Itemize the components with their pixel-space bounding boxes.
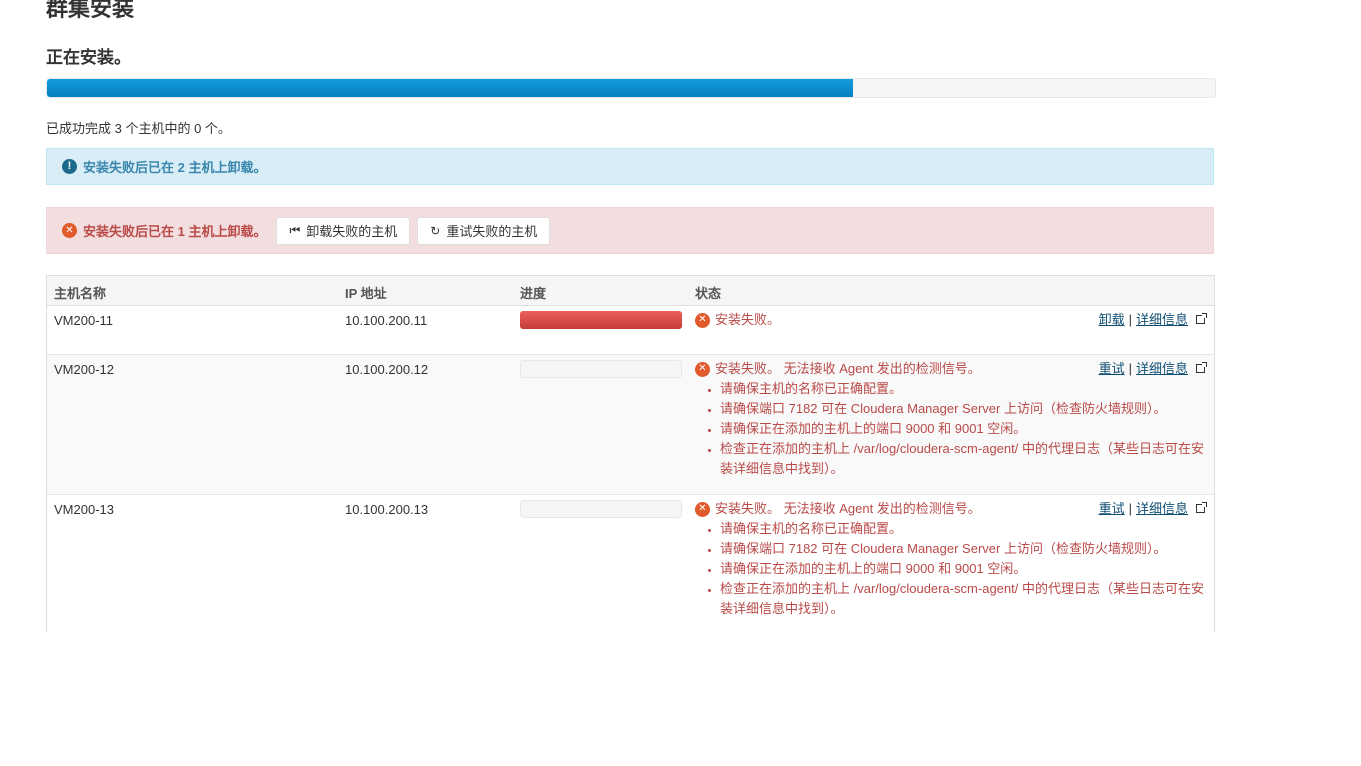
hosts-table: 主机名称 IP 地址 进度 状态 VM200-11 10.100.200.11 … [46, 275, 1215, 633]
host-name: VM200-11 [54, 313, 114, 328]
error-alert-text: 安装失败后已在 1 主机上卸载。 [83, 224, 267, 239]
uninstall-link[interactable]: 卸载 [1099, 311, 1125, 329]
page-title: 群集安装 [46, 0, 135, 21]
host-progress-bar [520, 500, 682, 518]
failure-reasons-list: 请确保主机的名称已正确配置。 请确保端口 7182 可在 Cloudera Ma… [695, 379, 1205, 479]
status-text: 安装失败。 无法接收 Agent 发出的检测信号。 [715, 501, 981, 516]
error-x-circle-icon: ✕ [695, 312, 710, 328]
host-ip: 10.100.200.12 [345, 362, 429, 377]
host-progress-bar [520, 311, 682, 329]
external-link-icon[interactable] [1196, 312, 1207, 324]
row-actions: 重试 | 详细信息 [1099, 360, 1207, 378]
list-item: 检查正在添加的主机上 /var/log/cloudera-scm-agent/ … [720, 439, 1205, 479]
details-link[interactable]: 详细信息 [1136, 311, 1188, 329]
overall-progress-fill [47, 79, 853, 97]
list-item: 请确保端口 7182 可在 Cloudera Manager Server 上访… [720, 399, 1205, 419]
col-header-hostname: 主机名称 [54, 286, 107, 301]
uninstall-failed-hosts-button[interactable]: ⏮ 卸载失败的主机 [276, 216, 411, 245]
error-x-circle-icon: ✕ [62, 223, 77, 238]
status-text: 安装失败。 无法接收 Agent 发出的检测信号。 [715, 361, 981, 376]
separator: | [1128, 501, 1132, 516]
retry-failed-hosts-label: 重试失败的主机 [446, 224, 538, 239]
col-header-status: 状态 [695, 286, 722, 301]
details-link[interactable]: 详细信息 [1136, 500, 1188, 518]
list-item: 请确保主机的名称已正确配置。 [720, 519, 1205, 539]
retry-link[interactable]: 重试 [1099, 360, 1125, 378]
table-row: VM200-11 10.100.200.11 ✕ 安装失败。 卸载 | 详细信息 [47, 306, 1214, 355]
uninstall-failed-hosts-label: 卸载失败的主机 [306, 224, 398, 239]
status-text: 安装失败。 [715, 312, 781, 327]
list-item: 请确保正在添加的主机上的端口 9000 和 9001 空闲。 [720, 419, 1205, 439]
info-circle-icon: ! [62, 159, 77, 174]
external-link-icon[interactable] [1196, 501, 1207, 513]
info-alert-text: 安装失败后已在 2 主机上卸载。 [83, 160, 267, 175]
step-backward-icon: ⏮ [289, 223, 301, 237]
retry-failed-hosts-button[interactable]: ↻ 重试失败的主机 [417, 216, 551, 245]
error-x-circle-icon: ✕ [695, 501, 710, 517]
host-ip: 10.100.200.13 [345, 502, 429, 517]
host-ip: 10.100.200.11 [345, 313, 428, 328]
info-alert: ! 安装失败后已在 2 主机上卸载。 [46, 148, 1214, 185]
completion-summary: 已成功完成 3 个主机中的 0 个。 [46, 121, 231, 136]
list-item: 检查正在添加的主机上 /var/log/cloudera-scm-agent/ … [720, 579, 1205, 619]
list-item: 请确保主机的名称已正确配置。 [720, 379, 1205, 399]
failure-reasons-list: 请确保主机的名称已正确配置。 请确保端口 7182 可在 Cloudera Ma… [695, 519, 1205, 619]
external-link-icon[interactable] [1196, 361, 1207, 373]
col-header-progress: 进度 [520, 286, 547, 301]
refresh-icon: ↻ [430, 223, 441, 238]
list-item: 请确保端口 7182 可在 Cloudera Manager Server 上访… [720, 539, 1205, 559]
row-actions: 卸载 | 详细信息 [1099, 311, 1207, 329]
error-x-circle-icon: ✕ [695, 361, 710, 377]
table-row: VM200-13 10.100.200.13 ✕ 安装失败。 无法接收 Agen… [47, 495, 1214, 633]
table-row: VM200-12 10.100.200.12 ✕ 安装失败。 无法接收 Agen… [47, 355, 1214, 495]
install-status-heading: 正在安装。 [46, 48, 131, 67]
list-item: 请确保正在添加的主机上的端口 9000 和 9001 空闲。 [720, 559, 1205, 579]
host-name: VM200-13 [54, 502, 114, 517]
error-alert: ✕ 安装失败后已在 1 主机上卸载。 ⏮ 卸载失败的主机 ↻ 重试失败的主机 [46, 207, 1214, 254]
host-name: VM200-12 [54, 362, 114, 377]
table-header: 主机名称 IP 地址 进度 状态 [47, 276, 1214, 306]
separator: | [1128, 361, 1132, 376]
details-link[interactable]: 详细信息 [1136, 360, 1188, 378]
retry-link[interactable]: 重试 [1099, 500, 1125, 518]
host-progress-bar [520, 360, 682, 378]
overall-progress-bar [46, 78, 1216, 98]
separator: | [1128, 312, 1132, 327]
col-header-ip: IP 地址 [345, 286, 387, 301]
row-actions: 重试 | 详细信息 [1099, 500, 1207, 518]
